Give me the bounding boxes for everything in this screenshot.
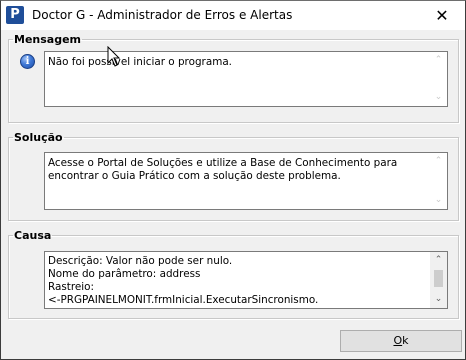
title-bar[interactable]: P Doctor G - Administrador de Erros e Al…: [1, 1, 465, 30]
solucao-scrollbar[interactable]: ⌃ ⌄: [430, 153, 447, 209]
close-button[interactable]: ✕: [419, 1, 465, 30]
info-icon: i: [20, 54, 35, 69]
causa-legend: Causa: [14, 229, 52, 242]
causa-text: Descrição: Valor não pode ser nulo. Nome…: [48, 255, 319, 306]
mensagem-text: Não foi possível iniciar o programa.: [48, 56, 232, 68]
scroll-thumb[interactable]: [434, 270, 443, 287]
scroll-up-arrow-icon[interactable]: ⌃: [430, 53, 447, 68]
solucao-text: Acesse o Portal de Soluções e utilize a …: [48, 157, 401, 182]
mensagem-textbox[interactable]: Não foi possível iniciar o programa. ⌃ ⌄: [44, 51, 448, 107]
causa-textbox[interactable]: Descrição: Valor não pode ser nulo. Nome…: [44, 251, 448, 309]
causa-scrollbar[interactable]: ⌃ ⌄: [430, 252, 447, 308]
mouse-pointer-icon: [107, 46, 121, 67]
close-icon: ✕: [435, 6, 449, 25]
solucao-textbox[interactable]: Acesse o Portal de Soluções e utilize a …: [44, 152, 448, 210]
scroll-down-arrow-icon[interactable]: ⌄: [430, 90, 447, 105]
scroll-up-arrow-icon[interactable]: ⌃: [430, 154, 447, 169]
mensagem-scrollbar[interactable]: ⌃ ⌄: [430, 52, 447, 106]
ok-label: k: [402, 334, 409, 347]
ok-button[interactable]: Ok: [340, 330, 462, 352]
mensagem-legend: Mensagem: [14, 33, 82, 46]
error-dialog-window: P Doctor G - Administrador de Erros e Al…: [0, 0, 466, 360]
scroll-up-arrow-icon[interactable]: ⌃: [430, 253, 447, 268]
ok-mnemonic: O: [393, 334, 403, 347]
scroll-down-arrow-icon[interactable]: ⌄: [430, 292, 447, 307]
app-icon: P: [6, 6, 24, 24]
solucao-legend: Solução: [14, 131, 63, 144]
scroll-down-arrow-icon[interactable]: ⌄: [430, 193, 447, 208]
app-icon-letter: P: [10, 7, 20, 22]
window-title: Doctor G - Administrador de Erros e Aler…: [32, 8, 293, 22]
